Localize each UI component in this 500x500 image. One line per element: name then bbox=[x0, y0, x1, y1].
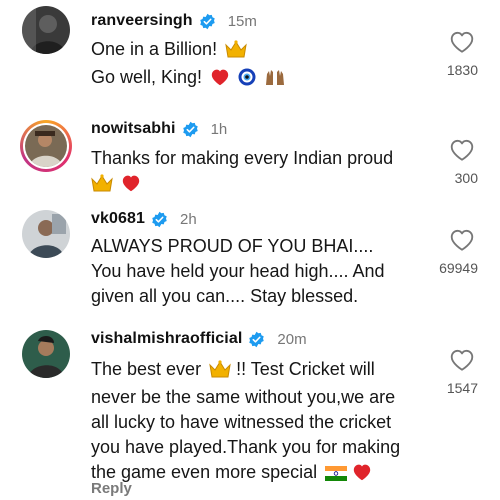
avatar[interactable] bbox=[22, 330, 70, 378]
like-heart-icon[interactable] bbox=[449, 30, 475, 54]
raised-hands-emoji-icon bbox=[264, 68, 286, 93]
timestamp: 15m bbox=[227, 12, 257, 30]
reply-button[interactable]: Reply bbox=[91, 480, 132, 497]
like-heart-icon[interactable] bbox=[449, 348, 475, 372]
red-heart-emoji-icon bbox=[210, 68, 230, 93]
comment-line: !! Test Cricket will bbox=[236, 359, 375, 379]
comment-text: Thanks for making every Indian proud bbox=[91, 146, 421, 199]
avatar bbox=[25, 125, 67, 167]
comment-line: One in a Billion! bbox=[91, 39, 218, 59]
avatar[interactable] bbox=[22, 6, 70, 54]
india-flag-emoji-icon bbox=[325, 463, 348, 488]
username[interactable]: vishalmishraofficial bbox=[91, 330, 242, 348]
comment-line: you have played.Thank you for making bbox=[91, 437, 401, 457]
username[interactable]: vk0681 bbox=[91, 210, 145, 228]
verified-badge-icon bbox=[182, 121, 199, 138]
crown-emoji-icon bbox=[209, 360, 231, 385]
like-heart-icon[interactable] bbox=[449, 228, 475, 252]
comment-line: You have held your head high.... And bbox=[91, 261, 385, 281]
comment-line: ALWAYS PROUD OF YOU BHAI.... bbox=[91, 236, 374, 256]
verified-badge-icon bbox=[151, 211, 168, 228]
like-count: 69949 bbox=[439, 260, 478, 276]
red-heart-emoji-icon bbox=[121, 174, 141, 199]
like-heart-icon[interactable] bbox=[449, 138, 475, 162]
comment-line: Thanks for making every Indian proud bbox=[91, 148, 394, 168]
crown-emoji-icon bbox=[225, 40, 247, 65]
timestamp: 1h bbox=[210, 120, 228, 138]
verified-badge-icon bbox=[199, 13, 216, 30]
red-heart-emoji-icon bbox=[352, 463, 372, 488]
timestamp: 2h bbox=[180, 210, 197, 228]
verified-badge-icon bbox=[248, 331, 265, 348]
username[interactable]: ranveersingh bbox=[91, 12, 193, 30]
nazar-amulet-emoji-icon bbox=[238, 68, 256, 93]
comment-line: the game even more special bbox=[91, 462, 318, 482]
like-count: 1830 bbox=[446, 62, 478, 78]
comment-line: Go well, King! bbox=[91, 67, 203, 87]
comment-line: never be the same without you,we are bbox=[91, 387, 396, 407]
avatar-story-ring[interactable] bbox=[20, 120, 72, 172]
comment-line: all lucky to have witnessed the cricket bbox=[91, 412, 392, 432]
comment-line: given all you can.... Stay blessed. bbox=[91, 286, 359, 306]
username[interactable]: nowitsabhi bbox=[91, 120, 176, 138]
like-count: 300 bbox=[454, 170, 478, 186]
comment-text: ALWAYS PROUD OF YOU BHAI.... You have he… bbox=[91, 234, 421, 309]
like-count: 1547 bbox=[446, 380, 478, 396]
timestamp: 20m bbox=[277, 330, 307, 348]
comment-text: One in a Billion! Go well, King! bbox=[91, 37, 421, 93]
comment-text: The best ever !! Test Cricket will never… bbox=[91, 357, 421, 488]
crown-emoji-icon bbox=[91, 174, 113, 199]
comment-line: The best ever bbox=[91, 359, 202, 379]
avatar[interactable] bbox=[22, 210, 70, 258]
